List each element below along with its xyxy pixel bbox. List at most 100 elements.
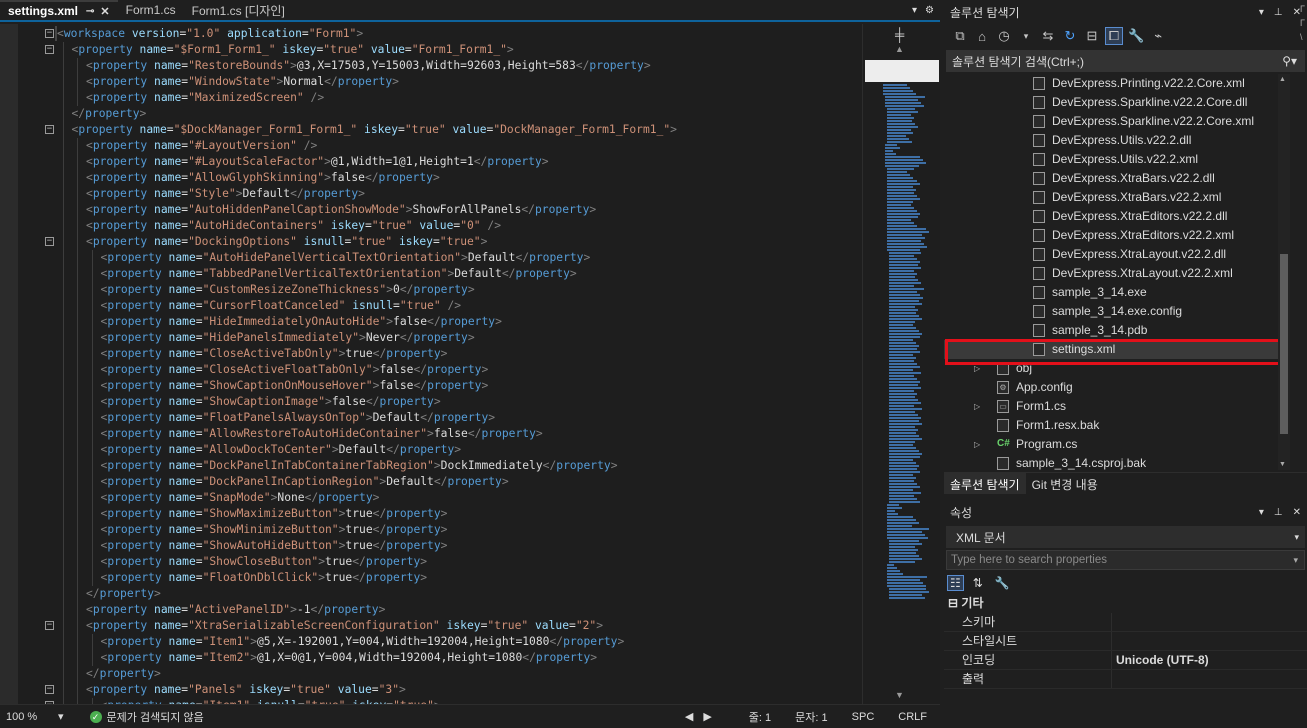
tab-list-dropdown-icon[interactable]: ▾ xyxy=(912,5,917,16)
tree-item[interactable]: DevExpress.Utils.v22.2.dll xyxy=(944,131,1290,150)
code-line[interactable]: <property name="AllowRestoreToAutoHideCo… xyxy=(0,426,862,442)
code-line[interactable]: <property name="#LayoutVersion" /> xyxy=(0,138,862,154)
code-line[interactable]: <property name="RestoreBounds">@3,X=1750… xyxy=(0,58,862,74)
solution-tree[interactable]: DevExpress.Printing.v22.2.Core.xml DevExp… xyxy=(944,74,1290,470)
property-value[interactable] xyxy=(1112,613,1116,631)
property-row[interactable]: 스키마 xyxy=(944,613,1307,632)
scroll-right-icon[interactable]: ▶ xyxy=(703,710,711,723)
preview-icon[interactable]: ⌁ xyxy=(1150,28,1166,44)
split-icon[interactable]: ╪ xyxy=(895,27,904,42)
tree-item[interactable]: sample_3_14.csproj.bak xyxy=(944,454,1290,470)
sync-icon[interactable]: ⇆ xyxy=(1040,28,1056,44)
code-line[interactable]: <property name="ShowCloseButton">true</p… xyxy=(0,554,862,570)
code-line[interactable]: <property name="Item2">@1,X=0@1,Y=004,Wi… xyxy=(0,650,862,666)
code-line[interactable]: </property> xyxy=(0,666,862,682)
pin-icon[interactable]: ⊥ xyxy=(1274,507,1283,518)
property-row[interactable]: 스타일시트 xyxy=(944,632,1307,651)
gear-icon[interactable]: ⚙ xyxy=(925,5,934,16)
tree-item[interactable]: DevExpress.XtraBars.v22.2.xml xyxy=(944,188,1290,207)
column-number[interactable]: 문자: 1 xyxy=(788,709,834,725)
code-line[interactable]: <property name="ShowMaximizeButton">true… xyxy=(0,506,862,522)
code-line[interactable]: − <property name = "XtraSerializableScreenC… xyxy=(0,618,862,634)
tab-git-changes[interactable]: Git 변경 내용 xyxy=(1026,473,1104,494)
code-line[interactable]: <property name="CloseActiveFloatTabOnly"… xyxy=(0,362,862,378)
dropdown-icon[interactable]: ▾ xyxy=(1018,31,1034,42)
tree-item[interactable]: DevExpress.Printing.v22.2.Core.xml xyxy=(944,74,1290,93)
tree-item[interactable]: DevExpress.XtraEditors.v22.2.dll xyxy=(944,207,1290,226)
fold-toggle-icon[interactable]: − xyxy=(45,45,54,54)
tree-item[interactable]: DevExpress.XtraBars.v22.2.dll xyxy=(944,169,1290,188)
tree-item[interactable]: ▷ ▭ Form1.cs xyxy=(944,397,1290,416)
tree-item[interactable]: DevExpress.Sparkline.v22.2.Core.dll xyxy=(944,93,1290,112)
wrench-icon[interactable]: 🔧 xyxy=(1128,28,1144,44)
scroll-down-icon[interactable]: ▼ xyxy=(1279,461,1286,468)
history-icon[interactable]: ◷ xyxy=(996,28,1012,44)
dropdown-icon[interactable]: ▾ xyxy=(1259,507,1264,518)
fold-toggle-icon[interactable]: − xyxy=(45,621,54,630)
code-line[interactable]: <property name="DockPanelInTabContainerT… xyxy=(0,458,862,474)
code-line[interactable]: <property name="CustomResizeZoneThicknes… xyxy=(0,282,862,298)
code-line[interactable]: </property> xyxy=(0,106,862,122)
tree-item[interactable]: sample_3_14.exe xyxy=(944,283,1290,302)
property-row[interactable]: 인코딩 Unicode (UTF-8) xyxy=(944,651,1307,670)
home-icon[interactable]: ⌂ xyxy=(974,29,990,44)
code-line[interactable]: <property name="CloseActiveTabOnly">true… xyxy=(0,346,862,362)
code-line[interactable]: <property name="FloatPanelsAlwaysOnTop">… xyxy=(0,410,862,426)
map-viewport[interactable] xyxy=(865,60,939,82)
code-line[interactable]: <property name="CursorFloatCanceled" isn… xyxy=(0,298,862,314)
expand-icon[interactable]: ▷ xyxy=(974,397,980,416)
scroll-up-icon[interactable]: ▲ xyxy=(1279,76,1286,83)
dropdown-icon[interactable]: ▾ xyxy=(1259,7,1264,18)
code-line[interactable]: − <property name="Panels" iskey="true" va… xyxy=(0,682,862,698)
tab-form1-designer[interactable]: Form1.cs [디자인] xyxy=(184,0,293,20)
code-line[interactable]: − <property name="$Form1_Form1_" iskey="t… xyxy=(0,42,862,58)
tab-solution-explorer[interactable]: 솔루션 탐색기 xyxy=(944,473,1026,494)
code-line[interactable]: <property name="AutoHiddenPanelCaptionSh… xyxy=(0,202,862,218)
property-pages-icon[interactable]: 🔧 xyxy=(993,576,1012,590)
property-value[interactable]: Unicode (UTF-8) xyxy=(1112,651,1209,669)
tree-item[interactable]: DevExpress.XtraEditors.v22.2.xml xyxy=(944,226,1290,245)
code-line[interactable]: <property name="MaximizedScreen" /> xyxy=(0,90,862,106)
code-editor[interactable]: − <workspace version="1.0" application="F… xyxy=(0,24,940,704)
scroll-up-icon[interactable]: ▲ xyxy=(895,44,904,54)
tree-scrollbar[interactable]: ▲ ▼ xyxy=(1278,74,1290,470)
property-value[interactable] xyxy=(1112,632,1116,650)
tree-item[interactable]: sample_3_14.exe.config xyxy=(944,302,1290,321)
code-line[interactable]: <property name="ShowMinimizeButton">true… xyxy=(0,522,862,538)
fold-toggle-icon[interactable]: − xyxy=(45,685,54,694)
properties-search[interactable]: Type here to search properties ▾ xyxy=(946,550,1305,570)
tree-item[interactable]: DevExpress.XtraLayout.v22.2.xml xyxy=(944,264,1290,283)
tree-item[interactable]: sample_3_14.pdb xyxy=(944,321,1290,340)
code-line[interactable]: <property name="SnapMode">None</property… xyxy=(0,490,862,506)
refresh-icon[interactable]: ↻ xyxy=(1062,28,1078,44)
code-line[interactable]: <property name="AllowDockToCenter">Defau… xyxy=(0,442,862,458)
zoom-level[interactable]: 100 % xyxy=(0,711,58,723)
property-value[interactable] xyxy=(1112,670,1116,688)
code-line[interactable]: <property name="TabbedPanelVerticalTextO… xyxy=(0,266,862,282)
code-line[interactable]: <property name="Style">Default</property… xyxy=(0,186,862,202)
code-line[interactable]: <property name="AutoHidePanelVerticalTex… xyxy=(0,250,862,266)
fold-toggle-icon[interactable]: − xyxy=(45,125,54,134)
expand-icon[interactable]: ▷ xyxy=(974,435,980,454)
code-line[interactable]: <property name="DockPanelInCaptionRegion… xyxy=(0,474,862,490)
code-line[interactable]: <property name="ShowCaptionImage">false<… xyxy=(0,394,862,410)
search-input[interactable]: 솔루션 탐색기 검색(Ctrl+;) xyxy=(952,53,1084,70)
code-line[interactable]: <property name="WindowState">Normal</pro… xyxy=(0,74,862,90)
collapse-all-icon[interactable]: ⊟ xyxy=(1084,28,1100,44)
tree-item[interactable]: DevExpress.XtraLayout.v22.2.dll xyxy=(944,245,1290,264)
solution-explorer-search[interactable]: 솔루션 탐색기 검색(Ctrl+;) ⚲▾ xyxy=(946,50,1305,72)
tree-item[interactable]: DevExpress.Sparkline.v22.2.Core.xml xyxy=(944,112,1290,131)
tab-settings-xml[interactable]: settings.xml ⊸ ✕ xyxy=(0,0,118,20)
object-selector[interactable]: XML 문서 ▾ xyxy=(946,526,1305,548)
property-row[interactable]: 출력 xyxy=(944,670,1307,689)
collapse-icon[interactable]: ⊟ xyxy=(948,596,958,610)
code-line[interactable]: <property name="Item1">@5,X=-192001,Y=00… xyxy=(0,634,862,650)
alphabetical-icon[interactable]: ⇅ xyxy=(971,576,985,590)
show-all-files-icon[interactable]: ⧠ xyxy=(1105,27,1123,45)
scroll-down-icon[interactable]: ▼ xyxy=(895,690,904,700)
whitespace-mode[interactable]: SPC xyxy=(845,711,882,723)
pin-icon[interactable]: ⊸ xyxy=(86,6,94,17)
line-number[interactable]: 줄: 1 xyxy=(742,709,778,725)
issues-indicator[interactable]: ✓ 문제가 검색되지 않음 xyxy=(89,709,204,725)
code-line[interactable]: <property name="ShowAutoHideButton">true… xyxy=(0,538,862,554)
